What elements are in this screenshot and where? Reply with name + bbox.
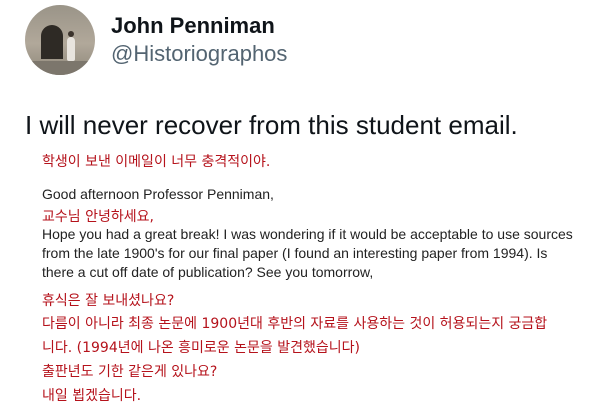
email-greeting: Good afternoon Professor Penniman,	[42, 186, 274, 202]
avatar[interactable]	[25, 5, 95, 75]
email-body-line-2: from the late 1900's for our final paper…	[42, 245, 548, 261]
author-handle[interactable]: @Historiographos	[111, 40, 287, 68]
avatar-person	[67, 37, 75, 61]
korean-line-4: 출판년도 기한 같은게 있나요?	[42, 364, 218, 380]
email-screenshot: 학생이 보낸 이메일이 너무 충격적이야. Good afternoon Pro…	[0, 150, 600, 418]
korean-line-5: 내일 뵙겠습니다.	[42, 388, 142, 404]
korean-line-1: 휴식은 잘 보내셨나요?	[42, 293, 175, 309]
greeting-korean: 교수님 안녕하세요,	[42, 209, 154, 225]
tweet-text: I will never recover from this student e…	[25, 110, 518, 140]
tweet-header: John Penniman @Historiographos	[25, 5, 287, 75]
avatar-doorway	[41, 25, 63, 59]
korean-line-3: 니다. (1994년에 나온 흥미로운 논문을 발견했습니다)	[42, 340, 360, 356]
avatar-ground	[25, 61, 95, 75]
author-names: John Penniman @Historiographos	[111, 12, 287, 68]
email-body-line-3: there a cut off date of publication? See…	[42, 264, 374, 280]
korean-line-2: 다름이 아니라 최종 논문에 1900년대 후반의 자료를 사용하는 것이 허용…	[42, 316, 548, 332]
email-body-line-1: Hope you had a great break! I was wonder…	[42, 226, 573, 242]
caption-korean: 학생이 보낸 이메일이 너무 충격적이야.	[42, 154, 271, 170]
author-display-name[interactable]: John Penniman	[111, 12, 287, 40]
